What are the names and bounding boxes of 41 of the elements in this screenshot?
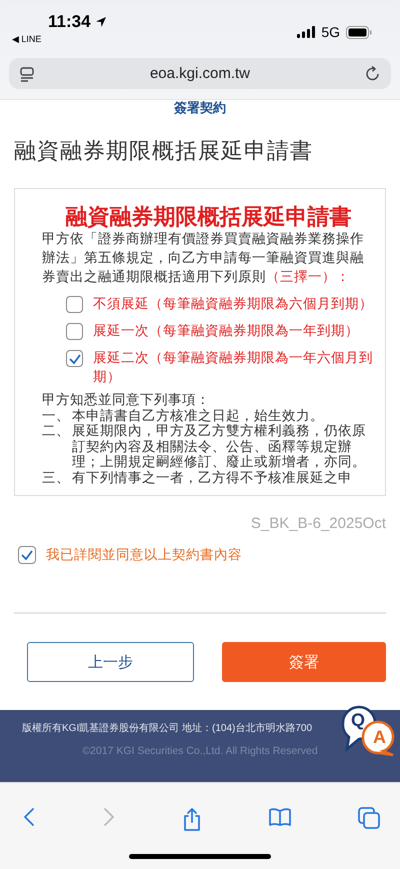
terms-heading: 甲方知悉並同意下列事項： [42,392,211,408]
checkbox[interactable] [66,350,83,367]
battery-icon [346,26,372,38]
clock: 11:34 [48,12,91,32]
url-text: eoa.kgi.com.tw [150,65,250,82]
checkbox[interactable] [18,546,36,564]
qa-chat-button[interactable]: Q A [337,703,399,757]
reload-icon[interactable] [364,66,381,82]
page-header: 簽署契約 [174,100,226,116]
back-icon[interactable] [22,807,36,827]
tabs-icon[interactable] [358,807,380,829]
back-to-app-link[interactable]: ◀ LINE [12,34,107,45]
location-arrow-icon [94,16,107,28]
reader-icon[interactable] [19,66,35,82]
check-icon [68,352,82,364]
signal-icon [297,26,316,38]
option-label[interactable]: 展延一次（每筆融資融券期限為一年到期） [93,321,359,340]
checkbox[interactable] [66,296,83,313]
term-number: 三、 [42,470,71,485]
sign-button[interactable]: 簽署 [222,642,386,682]
agree-label[interactable]: 我已詳閱並同意以上契約書內容 [46,546,242,564]
check-icon [20,549,34,561]
footer-address: 版權所有KGI凱基證券股份有限公司 地址：(104)台北市明水路700 [22,722,312,735]
option-label[interactable]: 不須展延（每筆融資融券期限為六個月到期） [93,294,373,313]
contract-title: 融資融券期限概括展延申請書 [64,207,352,226]
copyright-text: ©2017 KGI Securities Co.,Ltd. All Rights Reserved [81,745,319,757]
page-title: 融資融券期限概括展延申請書 [14,137,314,165]
intro-text: 甲方依「證券商辦理有價證券買賣融資融券業務操作辦法」第五條規定，向乙方申請每一筆融資買進與融券賣出之融通期限概括適用下列原則（三擇一）： [42,230,365,286]
back-button[interactable]: 上一步 [27,642,194,682]
address-bar[interactable]: eoa.kgi.com.tw [9,58,391,89]
version-code: S_BK_B-6_2025Oct [250,515,386,532]
share-icon[interactable] [182,807,202,831]
checkbox[interactable] [66,323,83,340]
term-text: 本申請書自乙方核准之日起，始生效力。 [72,408,324,423]
book-icon[interactable] [268,807,292,827]
term-text: 有下列情事之一者，乙方得不予核准展延之申 [72,470,352,485]
network-label: 5G [321,24,340,40]
option-label[interactable]: 展延二次（每筆融資融券期限為一年六個月到期） [93,348,375,386]
term-number: 一、 [42,408,71,423]
term-number: 二、 [42,423,71,440]
term-text: 展延期限內，甲方及乙方雙方權利義務，仍依原訂契約內容及相關法令、公告、函釋等規定辦理；上開規定嗣經修訂、廢止或新增者，亦同。 [72,423,367,470]
